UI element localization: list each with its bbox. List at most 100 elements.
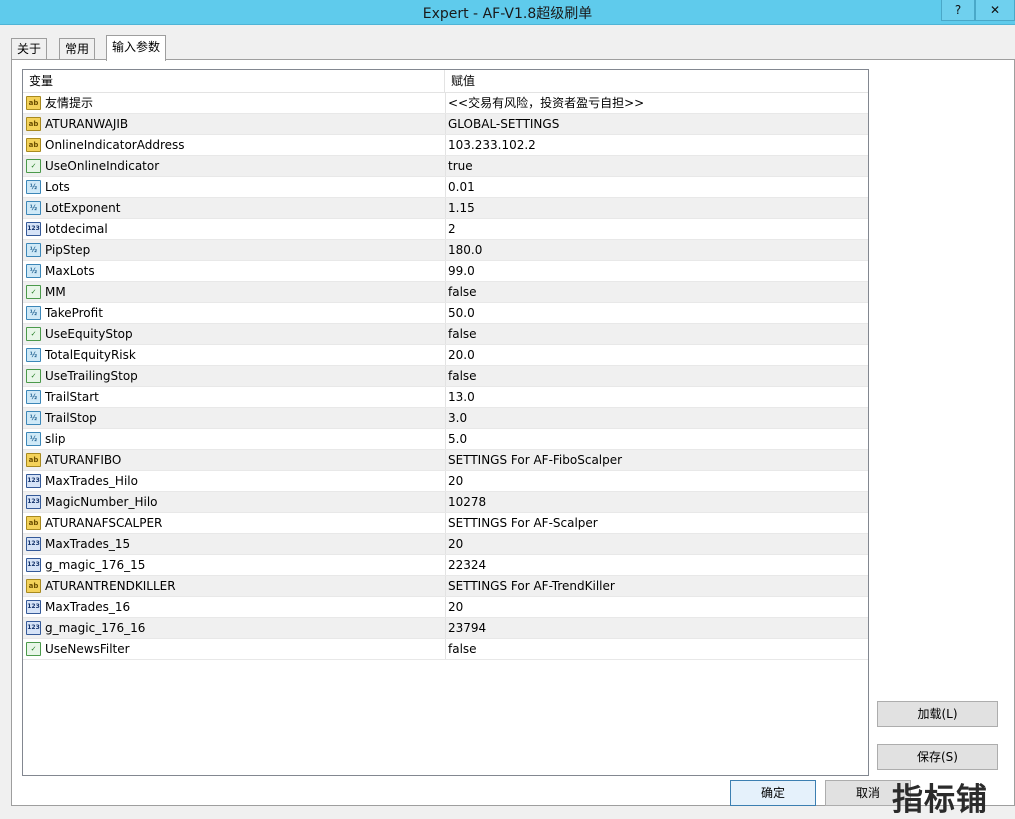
value-cell[interactable]: 20	[446, 597, 463, 618]
integer-type-icon: 123	[26, 495, 41, 509]
table-row[interactable]: ab ATURANAFSCALPER SETTINGS For AF-Scalper	[23, 513, 868, 534]
boolean-type-icon: ✓	[26, 159, 41, 173]
value-cell[interactable]: SETTINGS For AF-FiboScalper	[446, 450, 622, 471]
value-cell[interactable]: 23794	[446, 618, 486, 639]
variable-name: LotExponent	[45, 201, 121, 215]
double-type-icon: ½	[26, 348, 41, 362]
value-cell[interactable]: SETTINGS For AF-Scalper	[446, 513, 598, 534]
table-row[interactable]: ab ATURANFIBO SETTINGS For AF-FiboScalper	[23, 450, 868, 471]
table-row[interactable]: ½ TotalEquityRisk 20.0	[23, 345, 868, 366]
double-type-icon: ½	[26, 390, 41, 404]
variable-name: g_magic_176_15	[45, 558, 146, 572]
integer-type-icon: 123	[26, 600, 41, 614]
table-row[interactable]: ½ LotExponent 1.15	[23, 198, 868, 219]
value-cell[interactable]: SETTINGS For AF-TrendKiller	[446, 576, 615, 597]
variable-name: TakeProfit	[45, 306, 103, 320]
load-button[interactable]: 加载(L)	[877, 701, 998, 727]
tab-inputs[interactable]: 输入参数	[106, 35, 167, 61]
variable-cell: ab ATURANWAJIB	[23, 114, 446, 135]
table-row[interactable]: ½ TrailStop 3.0	[23, 408, 868, 429]
value-cell[interactable]: true	[446, 156, 473, 177]
table-row[interactable]: 123 g_magic_176_16 23794	[23, 618, 868, 639]
value-cell[interactable]: 5.0	[446, 429, 467, 450]
table-row[interactable]: ab ATURANTRENDKILLER SETTINGS For AF-Trend…	[23, 576, 868, 597]
value-cell[interactable]: false	[446, 324, 477, 345]
value-cell[interactable]: false	[446, 639, 477, 660]
variable-name: ATURANWAJIB	[45, 117, 129, 131]
double-type-icon: ½	[26, 432, 41, 446]
value-cell[interactable]: 99.0	[446, 261, 475, 282]
value-cell[interactable]: 50.0	[446, 303, 475, 324]
table-row[interactable]: ½ TrailStart 13.0	[23, 387, 868, 408]
value-cell[interactable]: false	[446, 282, 477, 303]
variable-name: g_magic_176_16	[45, 621, 146, 635]
column-header-value[interactable]: 赋值	[445, 70, 475, 92]
help-button[interactable]: ?	[941, 0, 975, 21]
table-row[interactable]: 123 MaxTrades_16 20	[23, 597, 868, 618]
value-cell[interactable]: <<交易有风险，投资者盈亏自担>>	[446, 93, 644, 114]
variable-name: Lots	[45, 180, 70, 194]
value-cell[interactable]: 22324	[446, 555, 486, 576]
value-cell[interactable]: false	[446, 366, 477, 387]
table-row[interactable]: ½ PipStep 180.0	[23, 240, 868, 261]
table-row[interactable]: 123 MaxTrades_Hilo 20	[23, 471, 868, 492]
table-row[interactable]: 123 lotdecimal 2	[23, 219, 868, 240]
table-row[interactable]: ✓ UseOnlineIndicator true	[23, 156, 868, 177]
table-row[interactable]: ✓ UseTrailingStop false	[23, 366, 868, 387]
table-row[interactable]: 123 MagicNumber_Hilo 10278	[23, 492, 868, 513]
table-row[interactable]: ½ MaxLots 99.0	[23, 261, 868, 282]
table-row[interactable]: ab 友情提示 <<交易有风险，投资者盈亏自担>>	[23, 93, 868, 114]
variable-name: MaxTrades_16	[45, 600, 131, 614]
table-row[interactable]: ½ TakeProfit 50.0	[23, 303, 868, 324]
variable-cell: ✓ MM	[23, 282, 446, 303]
tab-about[interactable]: 关于	[11, 38, 48, 60]
table-header: 变量 赋值	[23, 70, 868, 93]
integer-type-icon: 123	[26, 621, 41, 635]
column-header-variable[interactable]: 变量	[23, 70, 445, 92]
ok-button[interactable]: 确定	[730, 780, 816, 806]
value-cell[interactable]: 2	[446, 219, 456, 240]
variable-cell: 123 MaxTrades_15	[23, 534, 446, 555]
value-cell[interactable]: 103.233.102.2	[446, 135, 536, 156]
value-cell[interactable]: 180.0	[446, 240, 482, 261]
tab-common[interactable]: 常用	[59, 38, 96, 60]
table-row[interactable]: ab ATURANWAJIB GLOBAL-SETTINGS	[23, 114, 868, 135]
value-cell[interactable]: 20.0	[446, 345, 475, 366]
variable-cell: ½ slip	[23, 429, 446, 450]
table-row[interactable]: ✓ UseNewsFilter false	[23, 639, 868, 660]
value-cell[interactable]: 20	[446, 534, 463, 555]
table-row[interactable]: ✓ MM false	[23, 282, 868, 303]
table-row[interactable]: ½ slip 5.0	[23, 429, 868, 450]
save-button[interactable]: 保存(S)	[877, 744, 998, 770]
table-row[interactable]: ab OnlineIndicatorAddress 103.233.102.2	[23, 135, 868, 156]
variable-cell: ✓ UseNewsFilter	[23, 639, 446, 660]
close-button[interactable]: ✕	[975, 0, 1015, 21]
variable-cell: ½ TakeProfit	[23, 303, 446, 324]
double-type-icon: ½	[26, 201, 41, 215]
value-cell[interactable]: 3.0	[446, 408, 467, 429]
boolean-type-icon: ✓	[26, 285, 41, 299]
integer-type-icon: 123	[26, 474, 41, 488]
string-type-icon: ab	[26, 117, 41, 131]
value-cell[interactable]: 1.15	[446, 198, 475, 219]
value-cell[interactable]: 13.0	[446, 387, 475, 408]
table-row[interactable]: 123 g_magic_176_15 22324	[23, 555, 868, 576]
table-row[interactable]: ½ Lots 0.01	[23, 177, 868, 198]
value-cell[interactable]: 10278	[446, 492, 486, 513]
value-cell[interactable]: 20	[446, 471, 463, 492]
variable-name: lotdecimal	[45, 222, 108, 236]
table-row[interactable]: 123 MaxTrades_15 20	[23, 534, 868, 555]
variable-cell: ab 友情提示	[23, 93, 446, 114]
integer-type-icon: 123	[26, 222, 41, 236]
value-cell[interactable]: 0.01	[446, 177, 475, 198]
boolean-type-icon: ✓	[26, 369, 41, 383]
value-cell[interactable]: GLOBAL-SETTINGS	[446, 114, 559, 135]
variable-cell: 123 MagicNumber_Hilo	[23, 492, 446, 513]
parameters-table: 变量 赋值 ab 友情提示 <<交易有风险，投资者盈亏自担>> ab ATURANWAJ…	[22, 69, 869, 776]
variable-name: UseNewsFilter	[45, 642, 130, 656]
integer-type-icon: 123	[26, 558, 41, 572]
variable-cell: 123 MaxTrades_Hilo	[23, 471, 446, 492]
variable-cell: ½ TrailStart	[23, 387, 446, 408]
variable-name: UseEquityStop	[45, 327, 133, 341]
table-row[interactable]: ✓ UseEquityStop false	[23, 324, 868, 345]
